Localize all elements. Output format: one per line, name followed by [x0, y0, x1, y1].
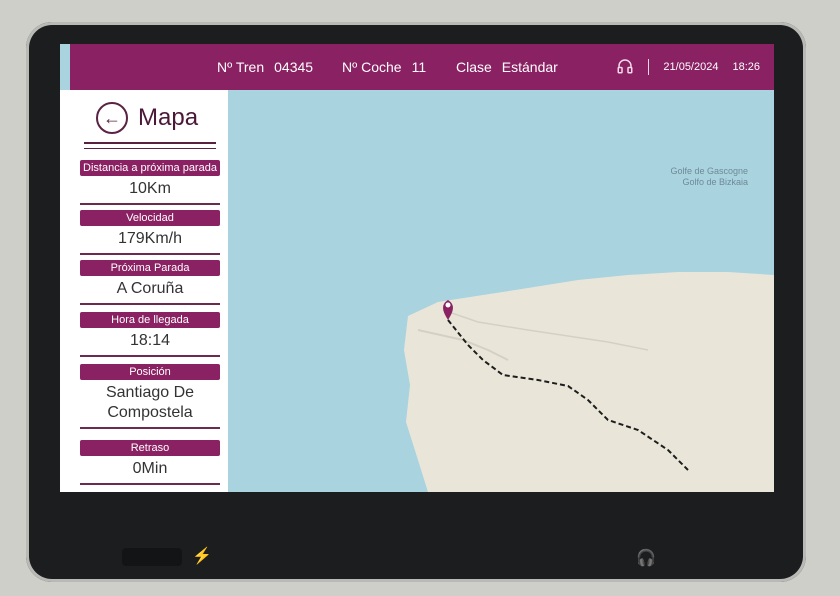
class-info: Clase Estándar	[456, 59, 558, 75]
card-value: 10Km	[129, 180, 171, 197]
train-info: Nº Tren 04345	[217, 59, 313, 75]
card-arrival-time: Hora de llegada 18:14	[80, 312, 220, 357]
lightning-bolt-icon: ⚡	[192, 548, 212, 565]
sea-label-2: Golfo de Bizkaia	[682, 177, 748, 187]
screen: Nº Tren 04345 Nº Coche 11 Clase Estándar…	[60, 44, 774, 492]
map-view[interactable]: Golfe de Gascogne Golfo de Bizkaia	[228, 90, 774, 492]
card-divider	[80, 303, 220, 305]
coach-value: 11	[411, 59, 427, 75]
card-label: Posición	[80, 364, 220, 380]
card-divider	[80, 253, 220, 255]
train-label: Nº Tren	[217, 59, 265, 75]
land	[404, 272, 774, 492]
card-value: Santiago De Compostela	[105, 384, 195, 421]
sea-label-1: Golfe de Gascogne	[670, 166, 748, 176]
card-label: Velocidad	[80, 210, 220, 226]
time: 18:26	[732, 61, 760, 73]
card-distance: Distancia a próxima parada 10Km	[80, 160, 220, 205]
card-divider	[80, 483, 220, 485]
card-delay: Retraso 0Min	[80, 440, 220, 485]
arrow-left-icon[interactable]: ←	[96, 102, 128, 134]
map-pin-center	[445, 302, 451, 308]
card-value: 0Min	[132, 460, 168, 477]
sea-label: Golfe de Gascogne Golfo de Bizkaia	[638, 166, 748, 188]
card-speed: Velocidad 179Km/h	[80, 210, 220, 255]
page-title: Mapa	[138, 104, 199, 131]
card-next-stop: Próxima Parada A Coruña	[80, 260, 220, 305]
coach-label: Nº Coche	[342, 59, 402, 75]
divider	[84, 142, 216, 144]
card-value: 179Km/h	[117, 230, 183, 247]
card-label: Hora de llegada	[80, 312, 220, 328]
card-label: Próxima Parada	[80, 260, 220, 276]
card-divider	[80, 355, 220, 357]
train-value: 04345	[274, 59, 314, 75]
divider	[84, 148, 216, 149]
card-label: Retraso	[80, 440, 220, 456]
card-divider	[80, 203, 220, 205]
class-value: Estándar	[501, 59, 558, 75]
headphones-icon: 🎧	[636, 550, 656, 567]
sidebar: ← Mapa Distancia a próxima parada 10Km V…	[60, 90, 229, 492]
class-label: Clase	[456, 59, 492, 75]
usb-port	[122, 548, 182, 566]
status-area: 21/05/2024 18:26	[616, 57, 760, 78]
headphones-icon[interactable]	[616, 57, 634, 78]
date: 21/05/2024	[663, 61, 719, 73]
map-svg	[228, 90, 774, 492]
card-value: 18:14	[129, 332, 171, 349]
card-value: A Coruña	[116, 280, 184, 297]
top-bar: Nº Tren 04345 Nº Coche 11 Clase Estándar…	[70, 44, 774, 90]
card-position: Posición Santiago De Compostela	[80, 364, 220, 429]
map-header: ← Mapa	[60, 90, 228, 134]
card-divider	[80, 427, 220, 429]
coach-info: Nº Coche 11	[342, 59, 426, 75]
separator	[648, 59, 650, 75]
card-label: Distancia a próxima parada	[80, 160, 220, 176]
